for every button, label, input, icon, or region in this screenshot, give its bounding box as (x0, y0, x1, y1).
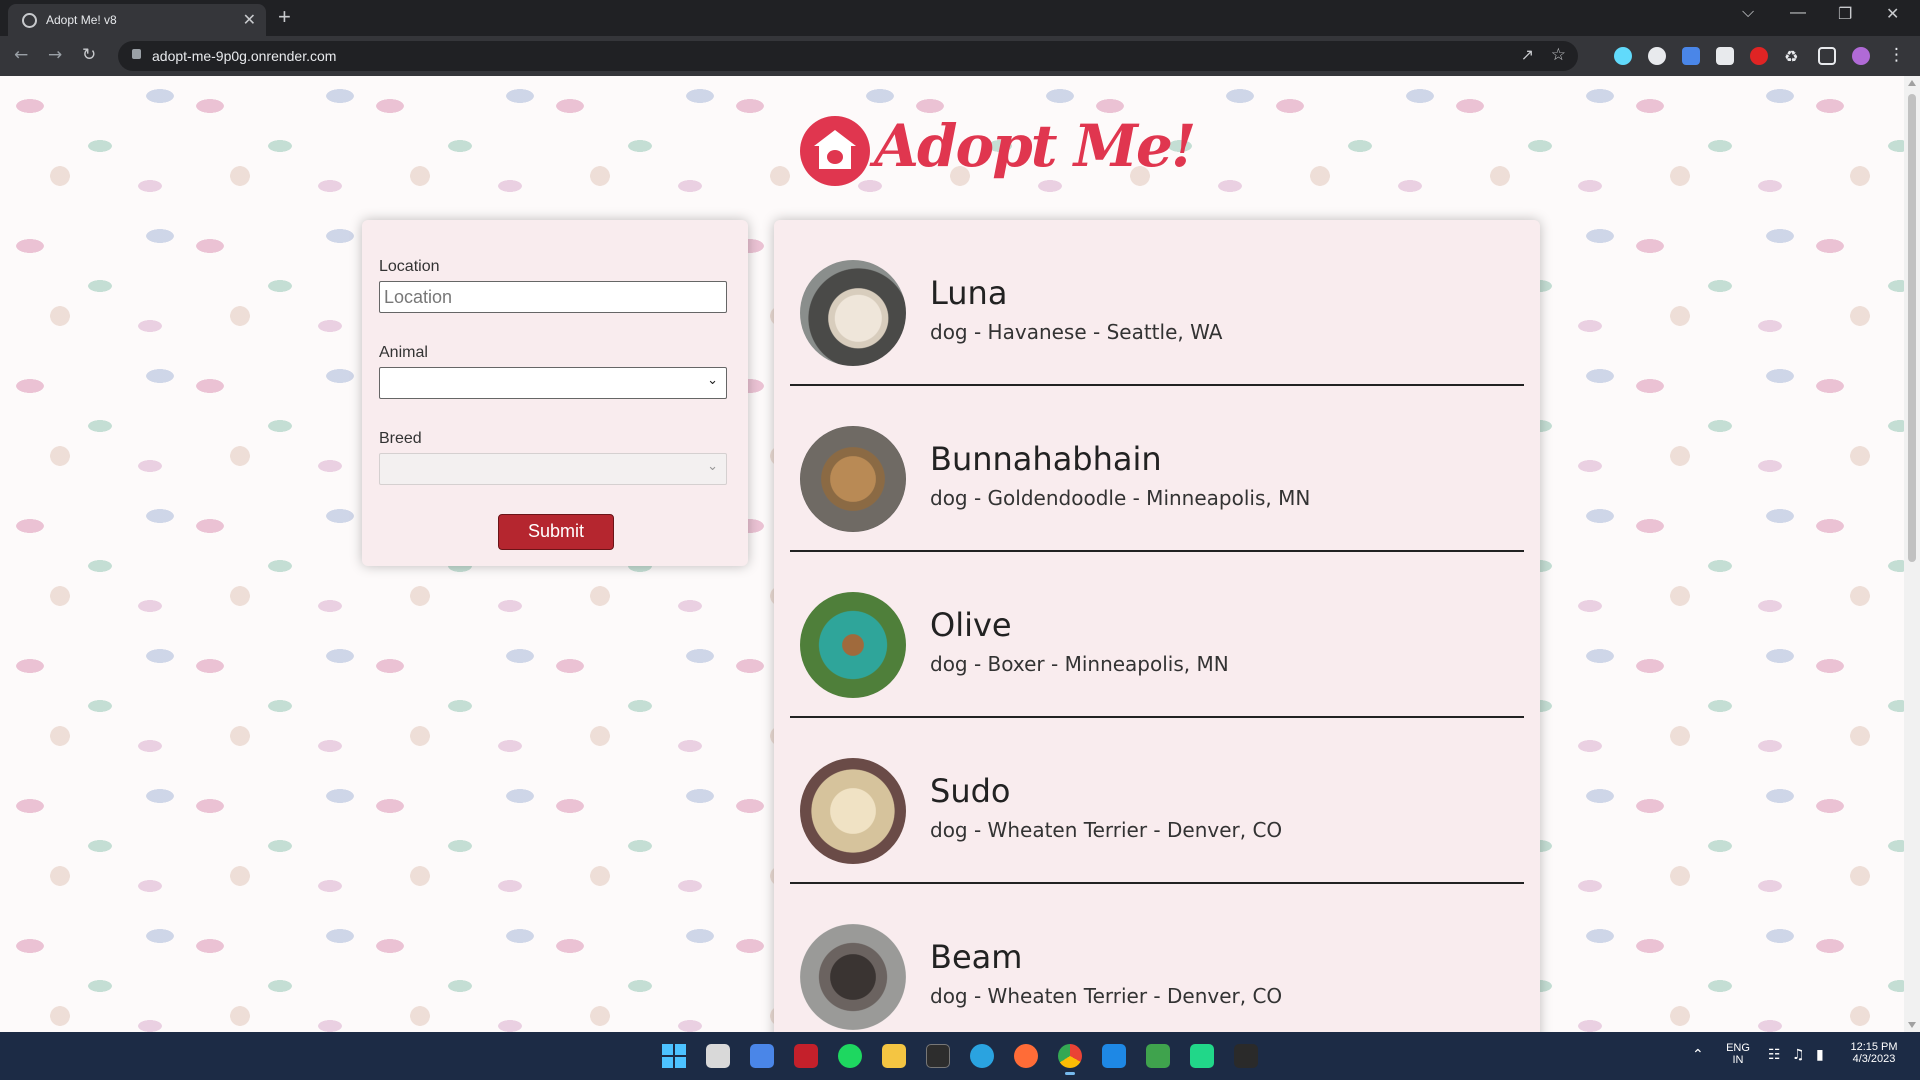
page-scrollbar[interactable] (1904, 76, 1920, 1032)
results-list: Luna dog - Havanese - Seattle, WA Bunnah… (774, 220, 1540, 1032)
scroll-down-icon[interactable] (1908, 1022, 1916, 1028)
breed-label: Breed (379, 430, 422, 447)
wheaten-terrier-photo[interactable] (800, 758, 906, 864)
paw-icon (827, 150, 843, 164)
bookmark-extension-icon[interactable] (1716, 47, 1734, 65)
browser-toolbar: ← → ↻ adopt-me-9p0g.onrender.com ↗ ☆ ♻ ⋮ (0, 36, 1920, 76)
back-icon[interactable]: ← (14, 45, 28, 65)
pet-card[interactable]: Olive dog - Boxer - Minneapolis, MN (790, 552, 1524, 718)
green-app-icon[interactable] (1146, 1044, 1170, 1068)
pet-card[interactable]: Beam dog - Wheaten Terrier - Denver, CO (790, 884, 1524, 1032)
location-input[interactable] (379, 281, 727, 313)
store-icon[interactable] (750, 1044, 774, 1068)
media-app-icon[interactable] (794, 1044, 818, 1068)
region-code: IN (1732, 1054, 1744, 1066)
puzzle-icon[interactable]: ♻ (1784, 47, 1802, 66)
white-fluffy-dog-photo[interactable] (800, 260, 906, 366)
pet-card[interactable]: Bunnahabhain dog - Goldendoodle - Minnea… (790, 386, 1524, 552)
forward-icon[interactable]: → (48, 45, 62, 65)
profile-avatar[interactable] (1852, 47, 1870, 65)
submit-button[interactable]: Submit (498, 514, 614, 550)
windows-taskbar: ⌃ ENG IN ☷ ♫ ▮ 12:15 PM 4/3/2023 (0, 1032, 1920, 1080)
animal-select[interactable]: ⌄ (379, 367, 727, 399)
epic-games-icon[interactable] (1234, 1044, 1258, 1068)
spotify-icon[interactable] (838, 1044, 862, 1068)
pet-card[interactable]: Luna dog - Havanese - Seattle, WA (790, 220, 1524, 386)
pet-description: dog - Goldendoodle - Minneapolis, MN (930, 486, 1311, 510)
site-logo[interactable]: Adopt Me! (800, 112, 1196, 192)
brand-title: Adopt Me! (874, 112, 1196, 180)
close-window-button[interactable]: ✕ (1886, 4, 1899, 24)
menu-kebab-icon[interactable]: ⋮ (1888, 45, 1905, 65)
battery-icon[interactable]: ▮ (1816, 1047, 1824, 1063)
file-explorer-icon[interactable] (882, 1044, 906, 1068)
tab-close-icon[interactable]: ✕ (243, 10, 256, 30)
pet-description: dog - Boxer - Minneapolis, MN (930, 652, 1229, 676)
page-background: Adopt Me! Location Animal ⌄ Breed ⌄ Subm… (0, 76, 1904, 1032)
language-indicator[interactable]: ENG IN (1720, 1042, 1756, 1066)
restore-button[interactable]: ❐ (1838, 4, 1852, 24)
wifi-icon[interactable]: ☷ (1768, 1047, 1781, 1063)
share-icon[interactable]: ↗ (1521, 45, 1534, 64)
clock-time: 12:15 PM (1850, 1041, 1898, 1053)
tan-curly-dog-photo[interactable] (800, 426, 906, 532)
chrome-icon[interactable] (1058, 1044, 1082, 1075)
address-bar[interactable]: adopt-me-9p0g.onrender.com ↗ ☆ (118, 41, 1578, 71)
volume-icon[interactable]: ♫ (1792, 1047, 1805, 1063)
lock-icon[interactable] (132, 49, 141, 59)
url-text[interactable]: adopt-me-9p0g.onrender.com (152, 48, 336, 64)
house-logo-icon (800, 116, 870, 186)
tray-chevron-up-icon[interactable]: ⌃ (1692, 1047, 1704, 1063)
clock[interactable]: 12:15 PM 4/3/2023 (1842, 1041, 1906, 1065)
scroll-up-icon[interactable] (1908, 80, 1916, 86)
globe-icon (22, 13, 37, 28)
new-tab-button[interactable]: + (278, 4, 291, 30)
translate-icon[interactable] (1682, 47, 1700, 65)
pet-description: dog - Wheaten Terrier - Denver, CO (930, 818, 1283, 842)
bookmark-star-icon[interactable]: ☆ (1551, 45, 1566, 65)
pet-name[interactable]: Luna (930, 274, 1007, 312)
browser-tab-bar: Adopt Me! v8 ✕ + ⌵ — ❐ ✕ (0, 0, 1920, 36)
pet-name[interactable]: Bunnahabhain (930, 440, 1162, 478)
search-form: Location Animal ⌄ Breed ⌄ Submit (362, 220, 748, 566)
pet-name[interactable]: Sudo (930, 772, 1010, 810)
animal-label: Animal (379, 344, 428, 361)
language-code: ENG (1726, 1042, 1750, 1054)
minimize-button[interactable]: — (1790, 4, 1806, 22)
side-panel-icon[interactable] (1818, 47, 1836, 65)
vscode-icon[interactable] (1102, 1044, 1126, 1068)
scrollbar-thumb[interactable] (1908, 94, 1916, 562)
pet-name[interactable]: Beam (930, 938, 1022, 976)
pet-description: dog - Havanese - Seattle, WA (930, 320, 1223, 344)
chevron-down-icon: ⌄ (707, 373, 718, 388)
dog-on-chair-photo[interactable] (800, 592, 906, 698)
reload-icon[interactable]: ↻ (82, 45, 96, 65)
pet-card[interactable]: Sudo dog - Wheaten Terrier - Denver, CO (790, 718, 1524, 884)
extension-icon[interactable] (1648, 47, 1666, 65)
pycharm-icon[interactable] (1190, 1044, 1214, 1068)
pet-description: dog - Wheaten Terrier - Denver, CO (930, 984, 1283, 1008)
chevron-down-icon: ⌄ (707, 459, 718, 474)
breed-select[interactable]: ⌄ (379, 453, 727, 485)
postman-icon[interactable] (1014, 1044, 1038, 1068)
task-view-icon[interactable] (706, 1044, 730, 1068)
clock-date: 4/3/2023 (1852, 1053, 1896, 1065)
pet-name[interactable]: Olive (930, 606, 1012, 644)
tab-title: Adopt Me! v8 (46, 13, 117, 27)
adblock-icon[interactable] (1750, 47, 1768, 65)
location-label: Location (379, 258, 440, 275)
browser-tab[interactable]: Adopt Me! v8 ✕ (8, 4, 266, 36)
windows-start-icon[interactable] (662, 1044, 686, 1068)
tab-search-icon[interactable]: ⌵ (1742, 4, 1754, 22)
dark-shaggy-dog-photo[interactable] (800, 924, 906, 1030)
react-devtools-icon[interactable] (1614, 47, 1632, 65)
terminal-icon[interactable] (926, 1044, 950, 1068)
telegram-icon[interactable] (970, 1044, 994, 1068)
